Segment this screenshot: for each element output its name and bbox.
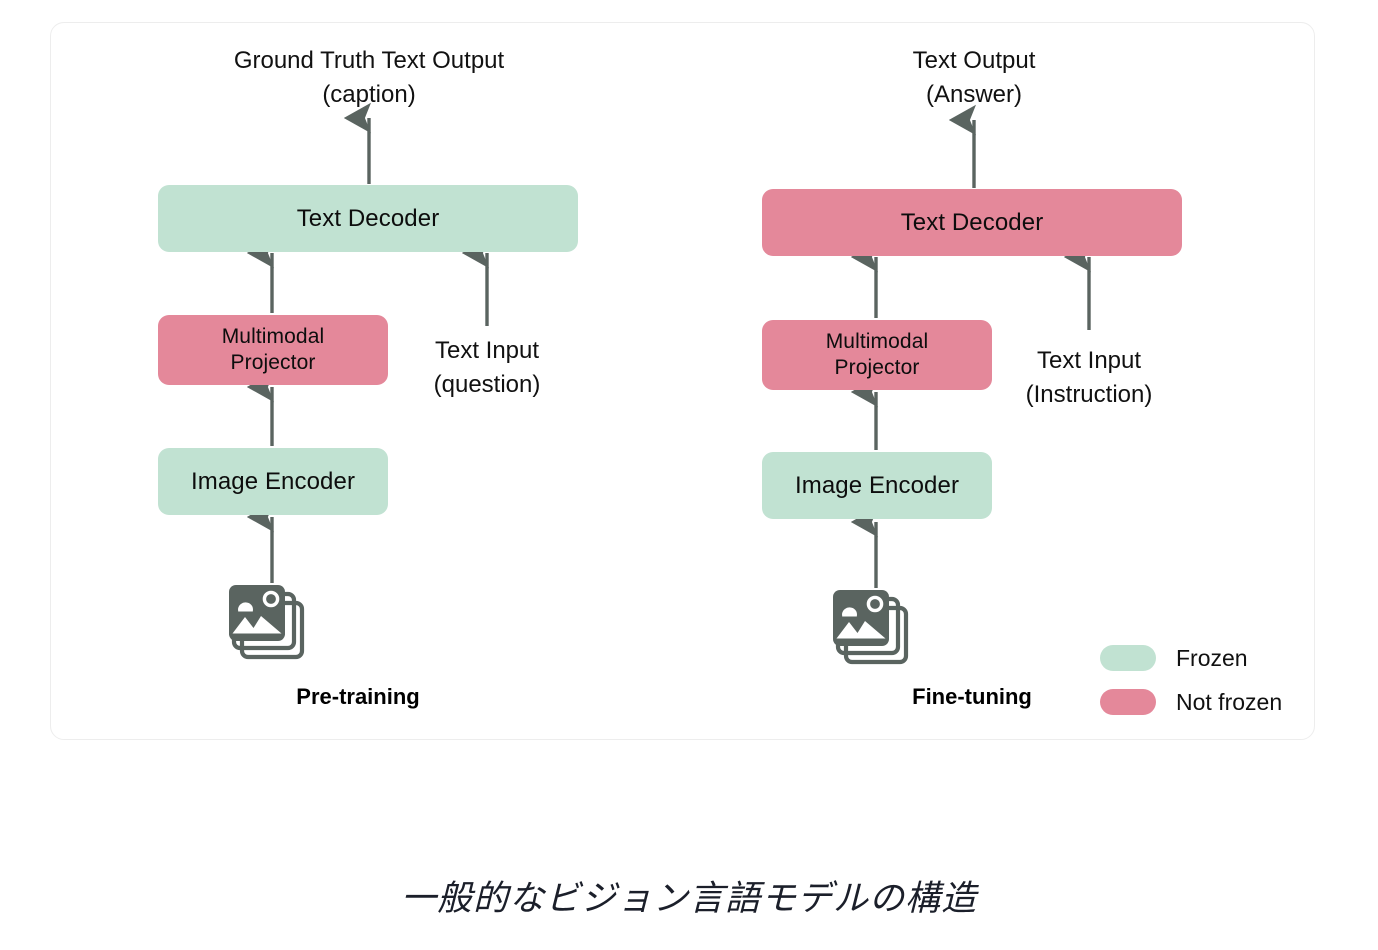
pretraining-image-stack[interactable]: [226, 583, 318, 669]
image-stack-icon: [833, 590, 909, 665]
legend-label-frozen: Frozen: [1176, 644, 1248, 671]
pretraining-multimodal-projector-box[interactable]: Multimodal Projector: [158, 315, 388, 385]
pretraining-stage-label: Pre-training: [296, 684, 420, 709]
pretraining-image-encoder-box[interactable]: Image Encoder: [158, 448, 388, 515]
finetuning-stage-label: Fine-tuning: [912, 684, 1032, 709]
finetuning-multimodal-projector-label: Multimodal Projector: [825, 330, 929, 379]
pretraining-text-decoder-box[interactable]: Text Decoder: [158, 185, 578, 252]
finetuning-multimodal-projector-box[interactable]: Multimodal Projector: [762, 320, 992, 390]
legend-swatch-frozen: [1100, 645, 1156, 671]
legend-item-not-frozen: Not frozen: [1100, 680, 1300, 724]
finetuning-image-stack[interactable]: [830, 588, 922, 674]
legend: Frozen Not frozen: [1100, 636, 1300, 724]
legend-label-not-frozen: Not frozen: [1176, 688, 1283, 715]
legend-item-frozen: Frozen: [1100, 636, 1300, 680]
finetuning-image-encoder-box[interactable]: Image Encoder: [762, 452, 992, 519]
finetuning-text-decoder-label: Text Decoder: [900, 208, 1044, 236]
pretraining-output-label: Ground Truth Text Output (caption): [233, 47, 505, 109]
finetuning-text-decoder-box[interactable]: Text Decoder: [762, 189, 1182, 256]
finetuning-output-label: Text Output (Answer): [912, 47, 1036, 109]
pretraining-image-encoder-label: Image Encoder: [190, 467, 356, 495]
legend-swatch-not-frozen: [1100, 689, 1156, 715]
pretraining-text-decoder-label: Text Decoder: [296, 204, 440, 232]
image-stack-icon: [229, 585, 305, 660]
finetuning-text-input-label: Text Input (Instruction): [1025, 347, 1153, 409]
pretraining-text-input-label: Text Input (question): [433, 337, 541, 399]
finetuning-image-encoder-label: Image Encoder: [794, 471, 960, 499]
pretraining-multimodal-projector-label: Multimodal Projector: [221, 325, 325, 374]
figure-caption: 一般的なビジョン言語モデルの構造: [400, 879, 977, 918]
